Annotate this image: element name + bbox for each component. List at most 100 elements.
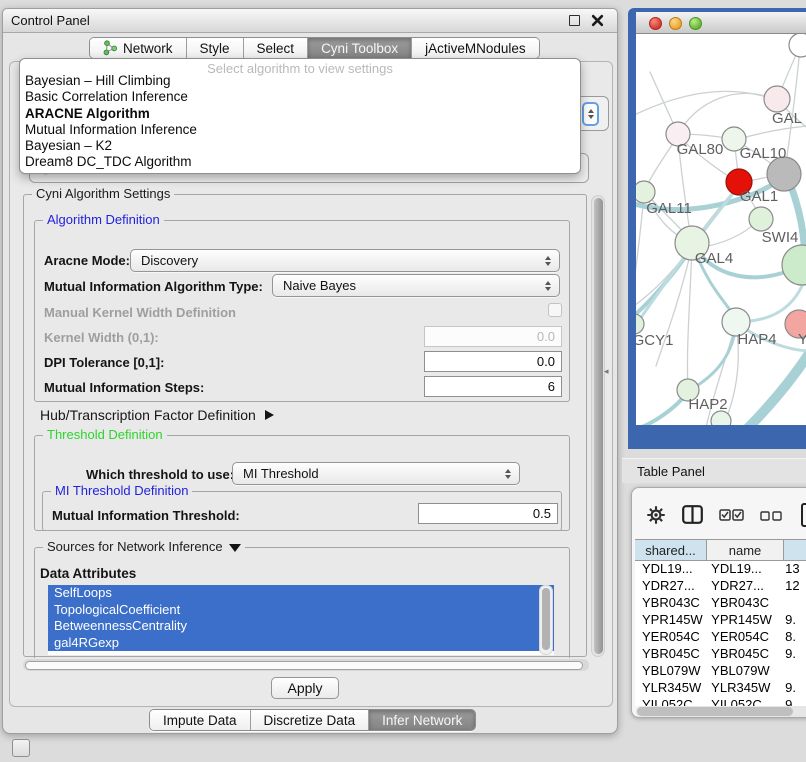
table-column-header-clipped[interactable] xyxy=(784,540,806,560)
hub-tf-definition-expander[interactable]: Hub/Transcription Factor Definition xyxy=(40,407,274,423)
close-panel-icon[interactable] xyxy=(591,14,604,27)
table-horizontal-scrollbar[interactable] xyxy=(636,706,806,717)
combo-arrows-icon xyxy=(545,275,551,296)
attribute-item-gal4rgexp[interactable]: gal4RGexp xyxy=(48,635,554,652)
control-panel-window: Control Panel NetworkStyle Select Cyni Too… xyxy=(2,8,618,734)
tab-network[interactable]: Network xyxy=(90,38,187,58)
table-column-header-shared[interactable]: shared... xyxy=(635,540,707,560)
algorithm-option-bayesian-k2[interactable]: Bayesian – K2 xyxy=(20,138,580,154)
network-edge[interactable] xyxy=(687,247,692,386)
tab-cyni-toolbox[interactable]: Cyni Toolbox xyxy=(308,38,412,58)
minimize-traffic-light-icon[interactable] xyxy=(669,17,682,30)
attributes-scrollbar-thumb[interactable] xyxy=(542,588,550,650)
table-cell: YPR145W xyxy=(704,612,778,629)
tab-label: Cyni Toolbox xyxy=(321,41,398,56)
table-row[interactable]: YDL19...YDL19...13 xyxy=(635,561,806,578)
attributes-scrollbar[interactable] xyxy=(539,585,553,655)
aracne-mode-combo[interactable]: Discovery xyxy=(130,249,560,272)
table-row[interactable]: YER054CYER054C8. xyxy=(635,629,806,646)
algorithm-option-basic-correlation-inference[interactable]: Basic Correlation Inference xyxy=(20,89,580,105)
mi-threshold-field[interactable]: 0.5 xyxy=(418,503,558,524)
table-cell: YBL079W xyxy=(635,663,704,680)
table-column-header-name[interactable]: name xyxy=(707,540,784,560)
network-node-label-hap4: HAP4 xyxy=(737,331,776,348)
algorithm-option-dream8-dc-tdc-algorithm[interactable]: Dream8 DC_TDC Algorithm xyxy=(20,154,580,170)
table-row[interactable]: YBR045CYBR045C9. xyxy=(635,646,806,663)
mi-threshold-definition-title: MI Threshold Definition xyxy=(51,483,192,498)
select-all-checkboxes-icon[interactable] xyxy=(719,508,744,526)
mi-algorithm-type-combo[interactable]: Naive Bayes xyxy=(272,274,560,297)
table-cell: 12 xyxy=(778,578,806,595)
close-traffic-light-icon[interactable] xyxy=(649,17,662,30)
settings-gear-icon[interactable] xyxy=(646,505,666,530)
network-node-label-gal1: GAL1 xyxy=(740,188,778,205)
table-row[interactable]: YBR043CYBR043C xyxy=(635,595,806,612)
tab-jactivemnodules[interactable]: jActiveMNodules xyxy=(412,38,539,58)
algorithm-definition-title: Algorithm Definition xyxy=(43,212,164,227)
network-node[interactable] xyxy=(782,245,806,285)
network-canvas[interactable]: GALGAL80GAL10GAL1GAL11SWI4GAL4GCY1HAP4YH… xyxy=(636,34,806,425)
settings-horizontal-scrollbar-thumb[interactable] xyxy=(25,661,583,670)
which-threshold-combo[interactable]: MI Threshold xyxy=(232,462,520,485)
apply-button[interactable]: Apply xyxy=(271,677,339,699)
network-node-label-gcy1: GCY1 xyxy=(636,332,673,349)
inference-algorithm-combo-fragment[interactable] xyxy=(577,96,609,131)
tab-impute-data[interactable]: Impute Data xyxy=(150,710,251,730)
network-node[interactable] xyxy=(767,157,801,191)
network-node[interactable] xyxy=(711,411,731,425)
attribute-item-topologicalcoefficient[interactable]: TopologicalCoefficient xyxy=(48,602,554,619)
attribute-item-betweennesscentrality[interactable]: BetweennessCentrality xyxy=(48,618,554,635)
network-edge[interactable] xyxy=(744,352,806,425)
collapsed-panel-button[interactable] xyxy=(12,739,30,757)
zoom-traffic-light-icon[interactable] xyxy=(689,17,702,30)
network-node[interactable] xyxy=(764,86,790,112)
network-node-label-hap2: HAP2 xyxy=(688,396,727,413)
expander-expanded-icon[interactable] xyxy=(229,544,241,552)
table-horizontal-scrollbar-thumb[interactable] xyxy=(637,707,793,716)
network-edge[interactable] xyxy=(785,47,800,171)
network-edge[interactable] xyxy=(636,196,644,304)
cyni-settings-group-title: Cyni Algorithm Settings xyxy=(32,186,174,201)
table-cell: YDR27... xyxy=(635,578,704,595)
table-row[interactable]: YDR27...YDR27...12 xyxy=(635,578,806,595)
which-threshold-value: MI Threshold xyxy=(243,466,319,481)
mi-threshold-label: Mutual Information Threshold: xyxy=(52,508,240,523)
table-panel-window: shared...name YDL19...YDL19...13YDR27...… xyxy=(631,487,806,718)
network-window-titlebar[interactable] xyxy=(636,12,806,34)
table-panel-titlebar[interactable]: Table Panel xyxy=(622,458,806,483)
attribute-item-selfloops[interactable]: SelfLoops xyxy=(48,585,554,602)
algorithm-option-mutual-information-inference[interactable]: Mutual Information Inference xyxy=(20,122,580,138)
settings-horizontal-scrollbar[interactable] xyxy=(23,659,589,671)
dpi-tolerance-field[interactable]: 0.0 xyxy=(424,351,562,372)
settings-vertical-scrollbar[interactable] xyxy=(591,195,605,657)
algorithm-option-aracne-algorithm[interactable]: ARACNE Algorithm xyxy=(20,106,580,122)
table-toolbar xyxy=(646,506,806,528)
panel-divider-handle[interactable]: ◂ xyxy=(604,366,613,377)
table-row[interactable]: YIL052CYIL052C9 xyxy=(635,697,806,706)
network-edge[interactable] xyxy=(680,93,777,131)
table-row[interactable]: YBL079WYBL079W xyxy=(635,663,806,680)
tab-infer-network[interactable]: Infer Network xyxy=(369,710,475,730)
table-cell: YBR045C xyxy=(635,646,704,663)
threshold-definition-title: Threshold Definition xyxy=(43,427,167,442)
deselect-checkboxes-icon[interactable] xyxy=(760,508,782,526)
combo-stepper-icon xyxy=(582,102,599,126)
tab-discretize-data[interactable]: Discretize Data xyxy=(251,710,370,730)
column-view-icon[interactable] xyxy=(682,505,703,529)
network-node[interactable] xyxy=(749,207,773,231)
tab-style[interactable]: Style xyxy=(187,38,244,58)
function-builder-icon[interactable] xyxy=(800,503,806,532)
mi-steps-field[interactable]: 6 xyxy=(424,376,562,397)
network-node[interactable] xyxy=(789,34,806,57)
network-view-window: GALGAL80GAL10GAL1GAL11SWI4GAL4GCY1HAP4YH… xyxy=(628,8,806,449)
float-panel-icon[interactable] xyxy=(569,15,580,26)
table-row[interactable]: YLR345WYLR345W9. xyxy=(635,680,806,697)
kernel-width-field[interactable]: 0.0 xyxy=(424,326,562,347)
tab-select[interactable]: Select xyxy=(244,38,309,58)
tab-label: Select xyxy=(257,41,295,56)
control-panel-titlebar[interactable]: Control Panel xyxy=(3,9,617,33)
manual-kernel-checkbox[interactable] xyxy=(548,303,562,317)
data-attributes-list[interactable]: SelfLoopsTopologicalCoefficientBetweenne… xyxy=(48,585,554,655)
table-row[interactable]: YPR145WYPR145W9. xyxy=(635,612,806,629)
settings-vertical-scrollbar-thumb[interactable] xyxy=(594,198,603,654)
